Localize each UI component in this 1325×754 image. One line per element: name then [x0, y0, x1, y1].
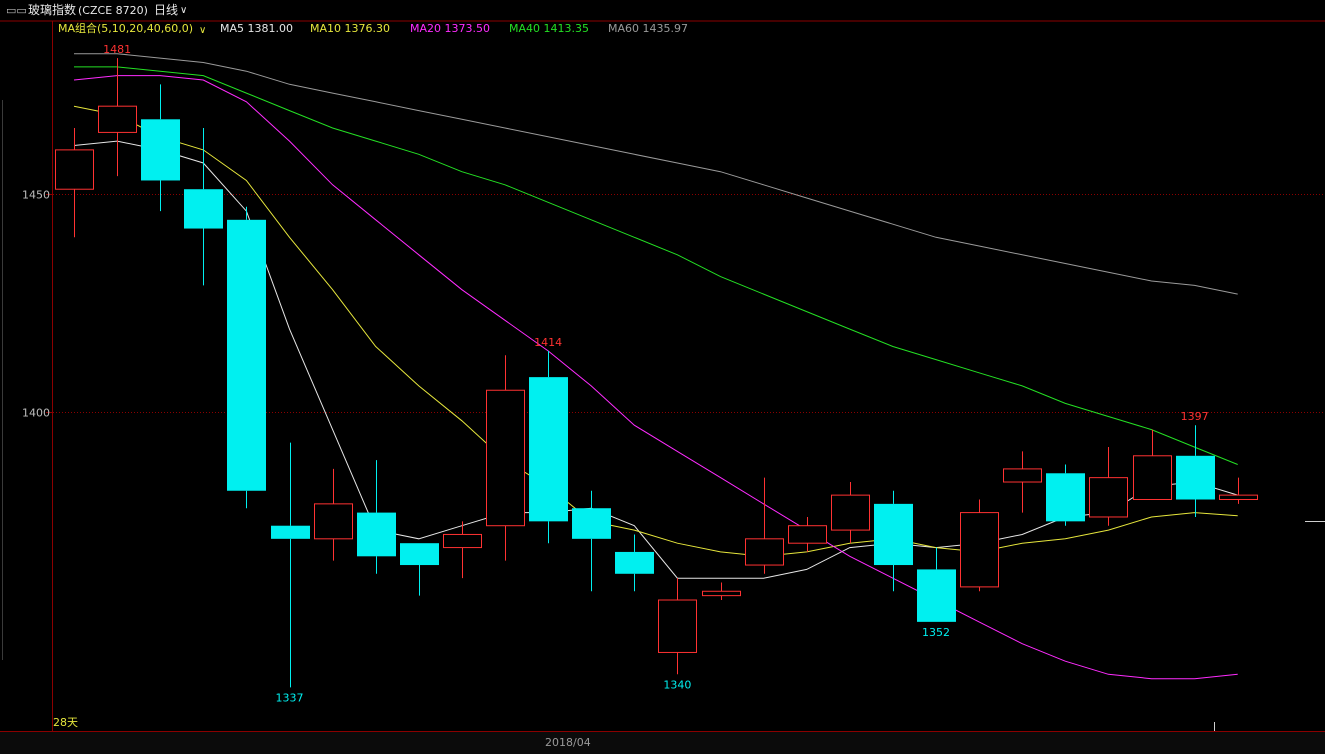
- candle-body-down: [572, 508, 611, 539]
- candle-body-down: [141, 119, 180, 181]
- candle: [141, 84, 180, 212]
- candle: [529, 350, 568, 544]
- candle: [874, 490, 913, 592]
- candle: [917, 547, 956, 622]
- candle: [960, 499, 999, 592]
- ma-legend-item: MA40 1413.35: [509, 22, 589, 35]
- candle: [486, 355, 525, 561]
- candle: [745, 477, 784, 574]
- candle: [831, 482, 870, 544]
- candle-body-up: [745, 538, 784, 566]
- candle-body-down: [400, 543, 439, 566]
- ma-legend-item: MA5 1381.00: [220, 22, 293, 35]
- candle: [271, 442, 310, 688]
- candle-body-down: [357, 512, 396, 557]
- period-count-label: 28天: [53, 716, 78, 729]
- ma-legend-item: MA60 1435.97: [608, 22, 688, 35]
- candle-body-up: [658, 599, 697, 653]
- x-axis-band: [0, 732, 1325, 754]
- candle-body-up: [1219, 494, 1258, 500]
- extreme-price-label: 1397: [1181, 410, 1209, 423]
- candle: [572, 490, 611, 592]
- candle-body-up: [1133, 455, 1172, 500]
- candle: [357, 460, 396, 574]
- extreme-price-label: 1352: [922, 626, 950, 639]
- extreme-price-label: 1340: [663, 678, 691, 691]
- candle-body-up: [1089, 477, 1128, 518]
- candle-body-down: [227, 219, 266, 491]
- chevron-down-icon[interactable]: ∨: [199, 25, 206, 36]
- candle-body-down: [1176, 455, 1215, 500]
- candle: [227, 206, 266, 509]
- ma-group-label[interactable]: MA组合(5,10,20,40,60,0): [58, 21, 193, 35]
- extreme-price-label: 1481: [103, 43, 131, 56]
- candle: [1219, 477, 1258, 504]
- candle-body-down: [184, 189, 223, 229]
- candle-body-up: [55, 149, 94, 190]
- ma-legend: MA组合(5,10,20,40,60,0) ∨ MA5 1381.00 MA10…: [58, 21, 688, 36]
- candle: [1003, 451, 1042, 513]
- candle-body-up: [788, 525, 827, 544]
- candle-body-down: [529, 377, 568, 522]
- candle-body-down: [917, 569, 956, 622]
- candle-body-down: [874, 503, 913, 566]
- candle: [184, 128, 223, 286]
- candle: [1176, 425, 1215, 517]
- candle: [400, 543, 439, 596]
- y-tick-label: 1400: [22, 407, 50, 420]
- candle-body-up: [443, 533, 482, 549]
- candle-body-up: [960, 512, 999, 588]
- candle: [658, 578, 697, 675]
- candle-body-down: [1046, 473, 1085, 522]
- candle-body-down: [271, 525, 310, 539]
- extreme-price-label: 1414: [534, 336, 562, 349]
- candle: [314, 468, 353, 561]
- candle: [702, 582, 741, 601]
- candle-body-up: [314, 503, 353, 540]
- ma-legend-item: MA20 1373.50: [410, 22, 490, 35]
- candle-body-up: [98, 105, 137, 133]
- extreme-price-label: 1337: [276, 691, 304, 704]
- candle: [1046, 464, 1085, 526]
- candlestick-chart[interactable]: 1450 1400 1481 1337 1414 1340 1352 1397 MA组合(5…: [0, 0, 1325, 754]
- candle: [1089, 447, 1128, 526]
- candle-body-up: [831, 494, 870, 531]
- candle-body-up: [702, 590, 741, 597]
- y-tick-label: 1450: [22, 189, 50, 202]
- candle-body-down: [615, 551, 654, 574]
- candle-body-up: [1003, 468, 1042, 483]
- candle-body-up: [486, 389, 525, 527]
- ma-legend-item: MA10 1376.30: [310, 22, 390, 35]
- x-tick-label: 2018/04: [545, 736, 591, 749]
- candle: [1133, 429, 1172, 500]
